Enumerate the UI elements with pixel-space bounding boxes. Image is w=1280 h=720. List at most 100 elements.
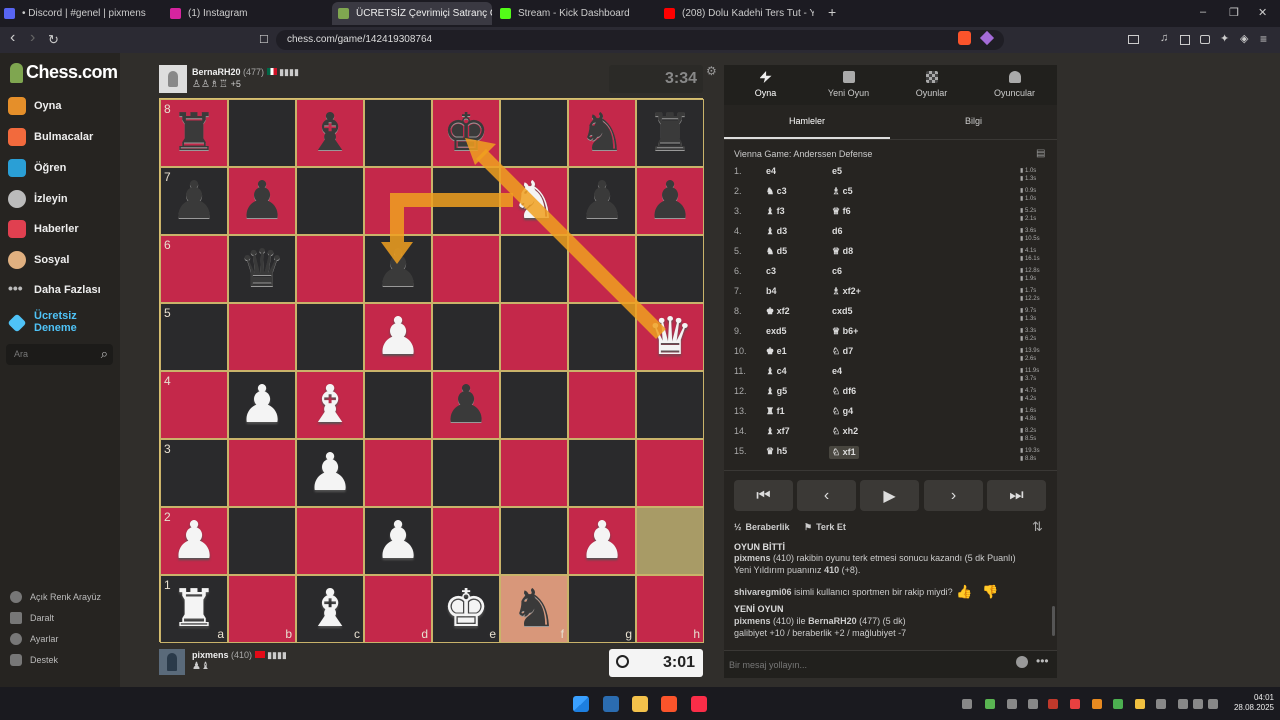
white-pawn-d5[interactable]: ♟	[365, 304, 431, 370]
black-bishop-c8[interactable]: ♝	[297, 100, 363, 166]
widgets-icon[interactable]	[603, 696, 619, 712]
white-move[interactable]: ♞ c3	[766, 186, 787, 197]
bottom-player-avatar[interactable]	[159, 649, 185, 675]
subtab-bilgi[interactable]: Bilgi	[890, 113, 1057, 139]
board-settings-gear-icon[interactable]: ⚙	[706, 64, 717, 78]
draw-button[interactable]: ½ Beraberlik	[734, 522, 790, 532]
white-queen-h5[interactable]: ♛	[637, 304, 703, 370]
flip-board-icon[interactable]: ⇅	[1032, 519, 1043, 535]
square-g7[interactable]: ♟	[568, 167, 636, 235]
black-king-e8[interactable]: ♚	[433, 100, 499, 166]
back-button[interactable]: ‹	[10, 29, 15, 47]
tray-icon-6[interactable]	[1070, 699, 1080, 709]
music-icon[interactable]: ♫	[1160, 32, 1168, 44]
white-pawn-b4[interactable]: ♟	[229, 372, 295, 438]
square-h8[interactable]: ♜	[636, 99, 704, 167]
sidebar-settings[interactable]: Ayarlar	[10, 633, 58, 645]
vpn-icon[interactable]: ◈	[1240, 32, 1248, 45]
chesscom-logo[interactable]: Chess.com	[10, 62, 118, 83]
sidebar-collapse[interactable]: Daralt	[10, 612, 54, 624]
square-d7[interactable]	[364, 167, 432, 235]
black-pawn-g7[interactable]: ♟	[569, 168, 635, 234]
more-options-icon[interactable]: •••	[1036, 654, 1049, 668]
play-button[interactable]: ▶	[860, 480, 919, 511]
square-f2[interactable]	[500, 507, 568, 575]
black-rook-h8[interactable]: ♜	[637, 100, 703, 166]
white-pawn-d2[interactable]: ♟	[365, 508, 431, 574]
thumbs-up-icon[interactable]: 👍	[956, 584, 972, 600]
square-b5[interactable]	[228, 303, 296, 371]
white-move[interactable]: ♚ e1	[766, 346, 787, 357]
white-move[interactable]: ♝ xf7	[766, 426, 790, 437]
square-a1[interactable]: ♜ 1 a	[160, 575, 228, 643]
square-d3[interactable]	[364, 439, 432, 507]
square-g8[interactable]: ♞	[568, 99, 636, 167]
top-player-name[interactable]: BernaRH20	[192, 67, 241, 77]
square-f1[interactable]: ♞ f	[500, 575, 568, 643]
black-queen-b6[interactable]: ♛	[229, 236, 295, 302]
square-b3[interactable]	[228, 439, 296, 507]
chat-scrollbar[interactable]	[1052, 606, 1055, 636]
square-e6[interactable]	[432, 235, 500, 303]
white-move[interactable]: exd5	[766, 326, 787, 336]
black-knight-f1[interactable]: ♞	[501, 576, 567, 642]
black-move[interactable]: cxd5	[832, 306, 853, 316]
sidebar-item-sosyal[interactable]: Sosyal	[8, 251, 69, 269]
sidebar-item-ogren[interactable]: Öğren	[8, 159, 66, 177]
close-window-button[interactable]: ✕	[1258, 6, 1267, 19]
tray-icon-nvidia[interactable]	[985, 699, 995, 709]
black-pawn-b7[interactable]: ♟	[229, 168, 295, 234]
tab-oyuncular[interactable]: Oyuncular	[973, 71, 1056, 98]
square-d5[interactable]: ♟	[364, 303, 432, 371]
white-pawn-c3[interactable]: ♟	[297, 440, 363, 506]
square-c5[interactable]	[296, 303, 364, 371]
thumbs-down-icon[interactable]: 👎	[982, 584, 998, 600]
tray-icon-1[interactable]	[962, 699, 972, 709]
square-c4[interactable]: ♝	[296, 371, 364, 439]
black-move[interactable]: ♘ d7	[832, 346, 853, 357]
tab-youtube[interactable]: (208) Dolu Kadehi Ters Tut - Yapı	[664, 2, 814, 25]
bookmark-icon[interactable]: ☐	[259, 33, 269, 46]
square-a3[interactable]: 3	[160, 439, 228, 507]
square-g5[interactable]	[568, 303, 636, 371]
square-d6[interactable]: ♟	[364, 235, 432, 303]
square-c8[interactable]: ♝	[296, 99, 364, 167]
white-move[interactable]: ♝ g5	[766, 386, 787, 397]
square-c6[interactable]	[296, 235, 364, 303]
square-f7[interactable]: ♞	[500, 167, 568, 235]
reload-button[interactable]: ↻	[48, 32, 59, 48]
chess-board[interactable]: ♜ 8 ♝ ♚ ♞ ♜ ♟ 7 ♟ ♞ ♟ ♟ 6 ♛ ♟ 5 ♟ ♛ 4 ♟ ♝ ♟ 3 ♟ ♟ 2 ♟ ♟ ♜ 1 a b ♝ c d ♚ e ♞ f g…	[159, 98, 704, 643]
square-c1[interactable]: ♝ c	[296, 575, 364, 643]
black-knight-g8[interactable]: ♞	[569, 100, 635, 166]
brave-icon[interactable]	[661, 696, 677, 712]
white-move[interactable]: e4	[766, 166, 776, 176]
restore-button[interactable]: ❐	[1229, 6, 1239, 19]
black-move[interactable]: d6	[832, 226, 843, 236]
white-knight-f7[interactable]: ♞	[501, 168, 567, 234]
square-f3[interactable]	[500, 439, 568, 507]
square-e2[interactable]	[432, 507, 500, 575]
black-pawn-d6[interactable]: ♟	[365, 236, 431, 302]
square-e7[interactable]	[432, 167, 500, 235]
tab-chess[interactable]: ÜCRETSİZ Çevrimiçi Satranç Oyna ✕	[332, 2, 492, 25]
square-g1[interactable]: g	[568, 575, 636, 643]
black-pawn-h7[interactable]: ♟	[637, 168, 703, 234]
square-h7[interactable]: ♟	[636, 167, 704, 235]
start-icon[interactable]	[573, 696, 589, 712]
search-icon[interactable]: ⌕	[101, 346, 108, 362]
white-move[interactable]: ♜ f1	[766, 406, 785, 417]
black-move[interactable]: e5	[832, 166, 842, 176]
square-a6[interactable]: 6	[160, 235, 228, 303]
subtab-hamleler[interactable]: Hamleler	[724, 113, 890, 139]
square-f8[interactable]	[500, 99, 568, 167]
sidebar-item-oyna[interactable]: Oyna	[8, 97, 62, 115]
black-move[interactable]: ♗ c5	[832, 186, 853, 197]
square-c2[interactable]	[296, 507, 364, 575]
black-move[interactable]: ♘ g4	[832, 406, 853, 417]
leo-ai-icon[interactable]: ✦	[1220, 32, 1229, 45]
black-pawn-e4[interactable]: ♟	[433, 372, 499, 438]
square-e4[interactable]: ♟	[432, 371, 500, 439]
black-move[interactable]: ♘ xf1	[829, 446, 859, 459]
tray-icon-8[interactable]	[1113, 699, 1123, 709]
next-move-button[interactable]: ›	[924, 480, 983, 511]
